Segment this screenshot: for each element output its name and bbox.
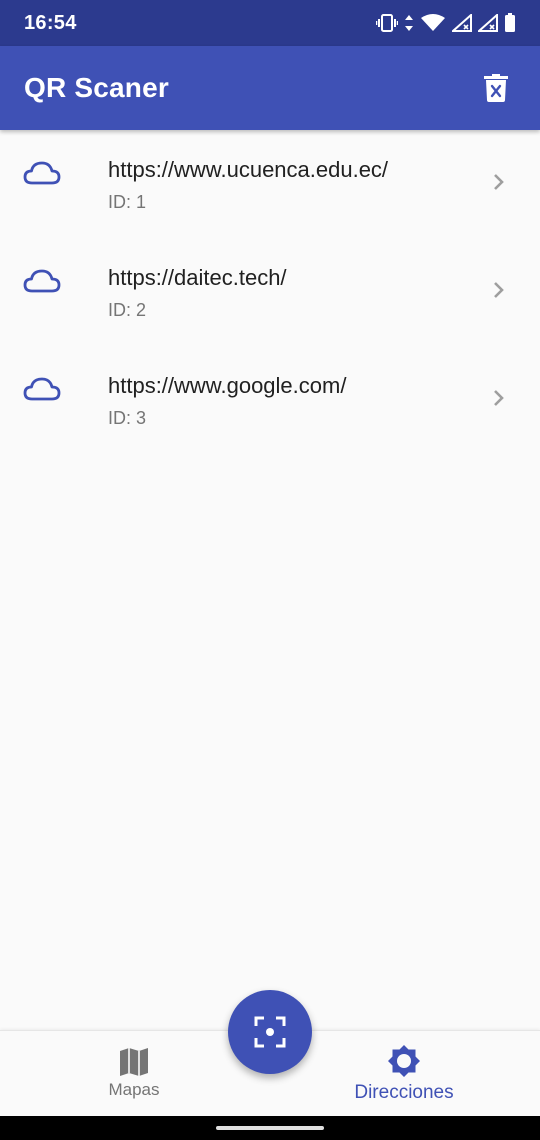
nav-item-direcciones[interactable]: Direcciones — [304, 1031, 504, 1117]
status-time: 16:54 — [24, 11, 77, 34]
battery-icon — [505, 13, 515, 32]
status-icons: 4 — [376, 13, 516, 33]
scan-list: https://www.ucuenca.edu.ec/ ID: 1 https:… — [0, 130, 540, 454]
vibrate-icon — [376, 14, 398, 32]
list-item-text: https://daitec.tech/ ID: 2 — [108, 264, 287, 322]
app-bar: QR Scaner — [0, 46, 540, 130]
wifi-icon: 4 — [421, 14, 445, 32]
cloud-icon — [23, 377, 61, 401]
svg-text:4: 4 — [436, 24, 441, 32]
screen: 16:54 4 QR Scaner https://www.ucuenca.ed… — [0, 0, 540, 1140]
nav-item-mapas[interactable]: Mapas — [34, 1031, 234, 1117]
map-icon — [120, 1048, 148, 1076]
list-item-id: ID: 2 — [108, 300, 147, 320]
list-item-id: ID: 1 — [108, 192, 147, 212]
scan-qr-button[interactable] — [228, 990, 312, 1074]
nav-label-direcciones: Direcciones — [354, 1082, 454, 1103]
brightness-icon — [388, 1045, 420, 1077]
data-arrows-icon — [405, 15, 413, 31]
qr-scan-icon — [254, 1016, 286, 1048]
nav-label-mapas: Mapas — [108, 1080, 160, 1099]
delete-all-button[interactable] — [476, 68, 516, 108]
chevron-right-icon — [494, 282, 504, 298]
cloud-icon — [23, 269, 61, 293]
signal-icon — [478, 14, 498, 32]
cloud-icon — [23, 161, 61, 185]
chevron-right-icon — [494, 390, 504, 406]
home-indicator[interactable] — [216, 1126, 324, 1130]
list-item[interactable]: https://www.google.com/ ID: 3 — [0, 346, 540, 454]
signal-icon — [452, 14, 472, 32]
list-item[interactable]: https://www.ucuenca.edu.ec/ ID: 1 — [0, 130, 540, 238]
list-item[interactable]: https://daitec.tech/ ID: 2 — [0, 238, 540, 346]
delete-sweep-icon — [484, 74, 508, 102]
list-item-text: https://www.google.com/ ID: 3 — [108, 372, 346, 430]
list-item-url: https://daitec.tech/ — [108, 265, 287, 290]
list-item-id: ID: 3 — [108, 408, 147, 428]
list-item-url: https://www.ucuenca.edu.ec/ — [108, 157, 389, 182]
status-bar: 16:54 4 — [0, 0, 540, 46]
list-item-text: https://www.ucuenca.edu.ec/ ID: 1 — [108, 156, 388, 214]
system-nav-bar — [0, 1116, 540, 1140]
page-title: QR Scaner — [24, 72, 169, 103]
list-item-url: https://www.google.com/ — [108, 373, 347, 398]
chevron-right-icon — [494, 174, 504, 190]
